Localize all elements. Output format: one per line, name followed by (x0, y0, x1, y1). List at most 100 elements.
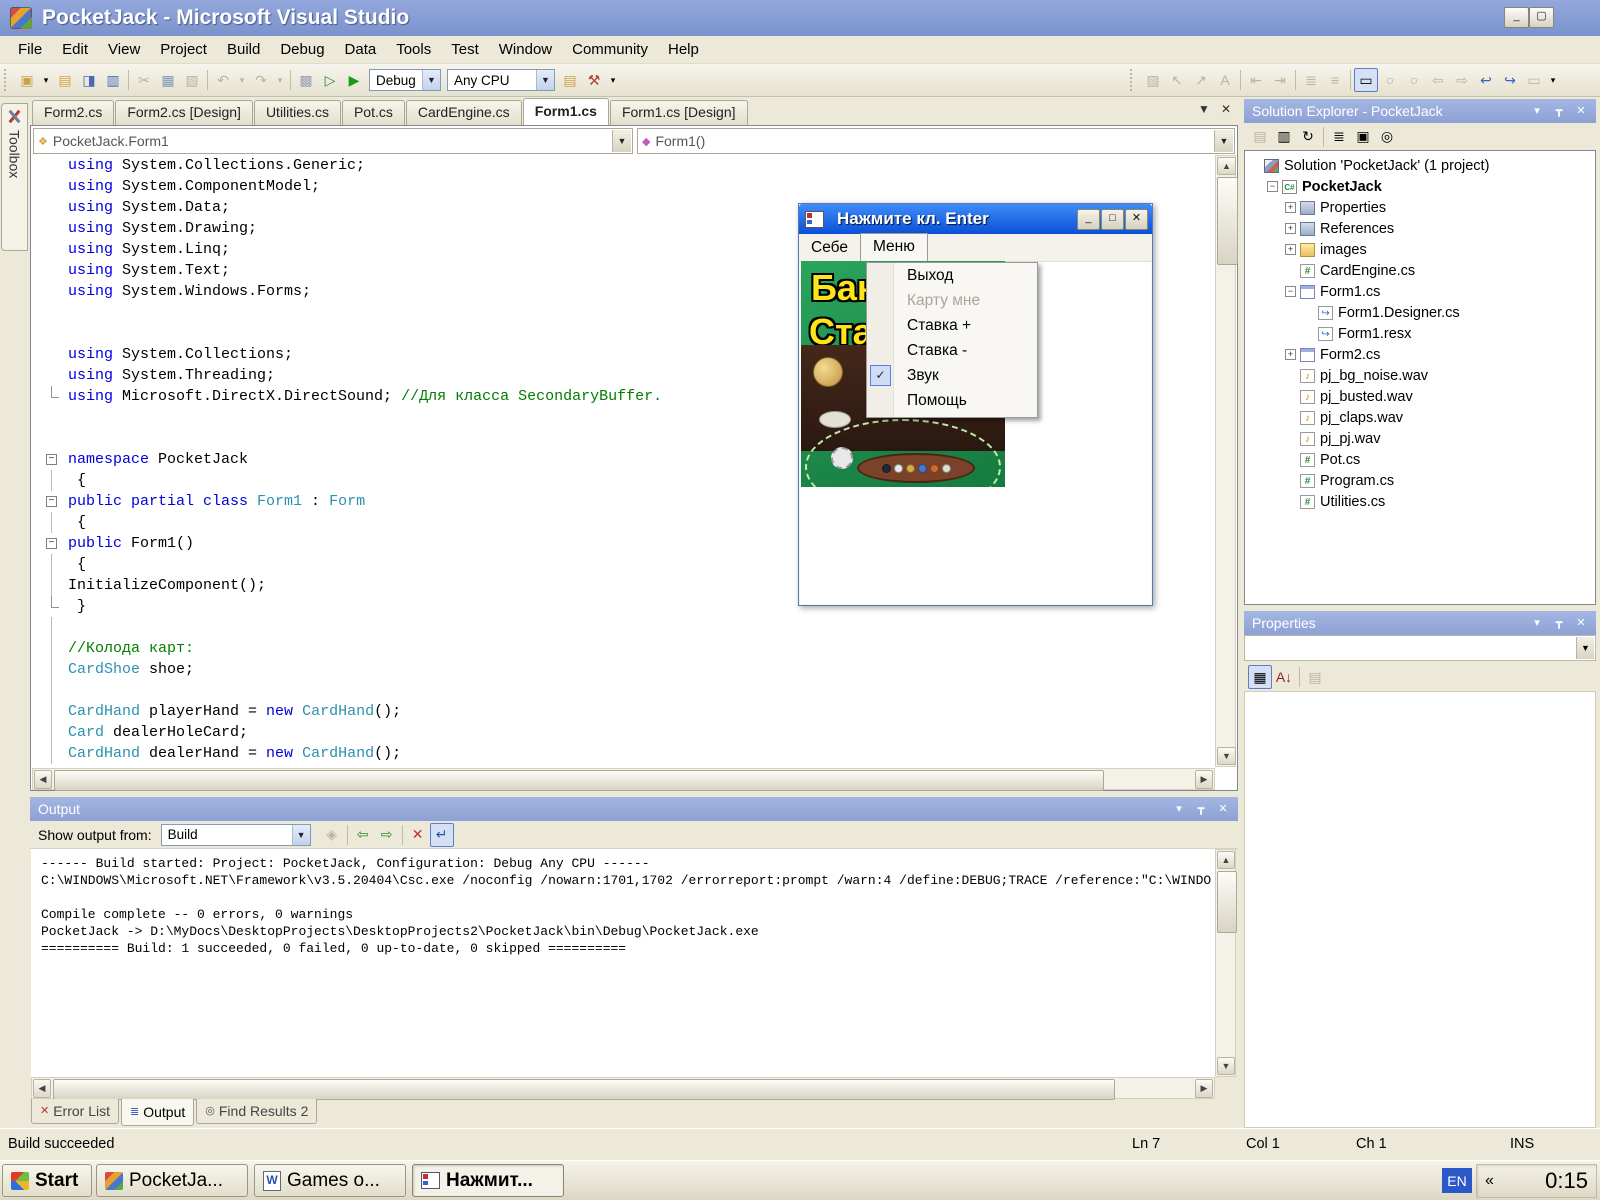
scroll-right-icon[interactable]: ▶ (1195, 1079, 1213, 1098)
start-without-debugging-icon[interactable]: ▷ (318, 68, 342, 92)
scroll-left-icon[interactable]: ◀ (34, 770, 52, 789)
tab-form1-cs[interactable]: Form1.cs (523, 98, 609, 125)
tree-item-cardengine-cs[interactable]: #CardEngine.cs (1245, 260, 1595, 281)
solution-explorer-icon[interactable]: ▤ (558, 68, 582, 92)
solution-explorer-header[interactable]: Solution Explorer - PocketJack ▾ ┳ ✕ (1244, 99, 1596, 123)
game-menu-item-ставка[interactable]: Ставка - (867, 338, 1037, 363)
tree-expander-icon[interactable]: + (1285, 223, 1296, 234)
clear-all-icon[interactable]: ✕ (406, 823, 430, 847)
game-menu-item-ставка[interactable]: Ставка + (867, 313, 1037, 338)
game-menu-item-звук[interactable]: ✓Звук (867, 363, 1037, 388)
tree-item-pj-busted-wav[interactable]: ♪pj_busted.wav (1245, 386, 1595, 407)
collapse-toggle-icon[interactable]: − (46, 538, 57, 549)
code-line[interactable] (32, 617, 1214, 638)
output-horizontal-scrollbar[interactable]: ◀ ▶ (31, 1077, 1215, 1099)
language-indicator[interactable]: EN (1442, 1168, 1472, 1193)
tool-tab-error-list[interactable]: ✕Error List (31, 1099, 119, 1124)
save-all-icon[interactable]: ▥ (101, 68, 125, 92)
prev-bookmark-doc-icon[interactable]: ↩ (1474, 68, 1498, 92)
tree-item-properties[interactable]: +Properties (1245, 197, 1595, 218)
tree-expander-icon[interactable]: − (1285, 286, 1296, 297)
close-icon[interactable]: ✕ (1572, 615, 1590, 631)
class-diagram-icon[interactable]: ◎ (1375, 125, 1399, 149)
new-project-icon[interactable]: ▣ (15, 68, 39, 92)
goto-next-message-icon[interactable]: ⇨ (375, 823, 399, 847)
menu-edit[interactable]: Edit (52, 37, 98, 62)
code-line[interactable]: CardShoe shoe; (32, 659, 1214, 680)
tab-utilities-cs[interactable]: Utilities.cs (254, 100, 341, 125)
view-designer-icon[interactable]: ▣ (1351, 125, 1375, 149)
start-button[interactable]: Start (2, 1164, 92, 1197)
output-vertical-scrollbar[interactable]: ▲ ▼ (1215, 849, 1236, 1077)
toolbox-button-icon[interactable]: ⚒ (582, 68, 606, 92)
window-position-icon[interactable]: ▾ (1170, 801, 1188, 817)
game-close-button[interactable]: ✕ (1125, 209, 1148, 230)
word-wrap-icon[interactable]: ↵ (430, 823, 454, 847)
code-line[interactable]: using System.ComponentModel; (32, 176, 1214, 197)
window-position-icon[interactable]: ▾ (1528, 615, 1546, 631)
next-bookmark-doc-icon[interactable]: ↪ (1498, 68, 1522, 92)
code-line[interactable]: //Колода карт: (32, 638, 1214, 659)
tool-tab-find-results-2[interactable]: ◎Find Results 2 (196, 1099, 317, 1124)
toggle-bookmark-icon[interactable]: ▭ (1354, 68, 1378, 92)
tree-item-program-cs[interactable]: #Program.cs (1245, 470, 1595, 491)
output-source-combo[interactable]: Build ▼ (161, 824, 311, 846)
show-all-files-icon[interactable]: ▥ (1272, 125, 1296, 149)
menu-tools[interactable]: Tools (386, 37, 441, 62)
active-files-dropdown-icon[interactable]: ▼ (1194, 102, 1214, 116)
tree-expander-icon[interactable]: + (1285, 244, 1296, 255)
tab-form1-cs-design[interactable]: Form1.cs [Design] (610, 100, 748, 125)
tree-item-form1-cs[interactable]: −Form1.cs (1245, 281, 1595, 302)
tree-expander-icon[interactable]: + (1285, 349, 1296, 360)
scrollbar-thumb[interactable] (1217, 871, 1237, 933)
scroll-right-icon[interactable]: ▶ (1195, 770, 1213, 789)
window-position-icon[interactable]: ▾ (1528, 103, 1546, 119)
tree-item-utilities-cs[interactable]: #Utilities.cs (1245, 491, 1595, 512)
scroll-up-icon[interactable]: ▲ (1217, 157, 1236, 175)
tree-expander-icon[interactable]: + (1285, 202, 1296, 213)
categorized-icon[interactable]: ▦ (1248, 665, 1272, 689)
chevron-down-icon[interactable]: ▼ (612, 130, 631, 152)
scroll-down-icon[interactable]: ▼ (1217, 1057, 1235, 1075)
scrollbar-thumb[interactable] (1217, 177, 1238, 265)
menu-window[interactable]: Window (489, 37, 562, 62)
collapse-toggle-icon[interactable]: − (46, 454, 57, 465)
tree-item-pj-bg-noise-wav[interactable]: ♪pj_bg_noise.wav (1245, 365, 1595, 386)
view-code-icon[interactable]: ≣ (1327, 125, 1351, 149)
copy-icon[interactable]: ▦ (156, 68, 180, 92)
toolbar-overflow-arrow-icon[interactable]: ▾ (606, 68, 620, 92)
menu-community[interactable]: Community (562, 37, 658, 62)
open-file-icon[interactable]: ▤ (53, 68, 77, 92)
tree-item-form1-designer-cs[interactable]: ↪Form1.Designer.cs (1245, 302, 1595, 323)
tab-pot-cs[interactable]: Pot.cs (342, 100, 405, 125)
scroll-down-icon[interactable]: ▼ (1217, 747, 1236, 765)
tab-form2-cs[interactable]: Form2.cs (32, 100, 114, 125)
game-menu-item-помощь[interactable]: Помощь (867, 388, 1037, 413)
output-log[interactable]: ------ Build started: Project: PocketJac… (31, 849, 1215, 1077)
scroll-left-icon[interactable]: ◀ (33, 1079, 51, 1098)
toolbox-tab[interactable]: Toolbox (1, 103, 28, 251)
tree-item-pj-pj-wav[interactable]: ♪pj_pj.wav (1245, 428, 1595, 449)
new-project-arrow-icon[interactable]: ▾ (39, 68, 53, 92)
menu-data[interactable]: Data (335, 37, 387, 62)
debug-config-combo[interactable]: Debug ▼ (369, 69, 441, 91)
toolbar-grip[interactable] (4, 69, 11, 91)
tree-item-solution-pocketjack-1-project[interactable]: Solution 'PocketJack' (1 project) (1245, 155, 1595, 176)
scroll-up-icon[interactable]: ▲ (1217, 851, 1235, 869)
tab-cardengine-cs[interactable]: CardEngine.cs (406, 100, 522, 125)
tree-item-form2-cs[interactable]: +Form2.cs (1245, 344, 1595, 365)
tray-chevron-icon[interactable]: « (1485, 1172, 1494, 1190)
editor-vertical-scrollbar[interactable]: ▲ ▼ (1215, 155, 1236, 767)
menu-build[interactable]: Build (217, 37, 270, 62)
menu-project[interactable]: Project (150, 37, 217, 62)
game-maximize-button[interactable]: □ (1101, 209, 1124, 230)
code-line[interactable] (32, 680, 1214, 701)
tree-item-pot-cs[interactable]: #Pot.cs (1245, 449, 1595, 470)
chevron-down-icon[interactable]: ▼ (292, 825, 310, 845)
find-in-files-icon[interactable]: ▩ (294, 68, 318, 92)
taskbar-button-games-o[interactable]: WGames o... (254, 1164, 406, 1197)
auto-hide-pin-icon[interactable]: ┳ (1550, 103, 1568, 119)
chevron-down-icon[interactable]: ▼ (1214, 130, 1233, 152)
properties-object-combo[interactable]: ▼ (1244, 635, 1596, 661)
code-line[interactable]: using System.Collections.Generic; (32, 155, 1214, 176)
